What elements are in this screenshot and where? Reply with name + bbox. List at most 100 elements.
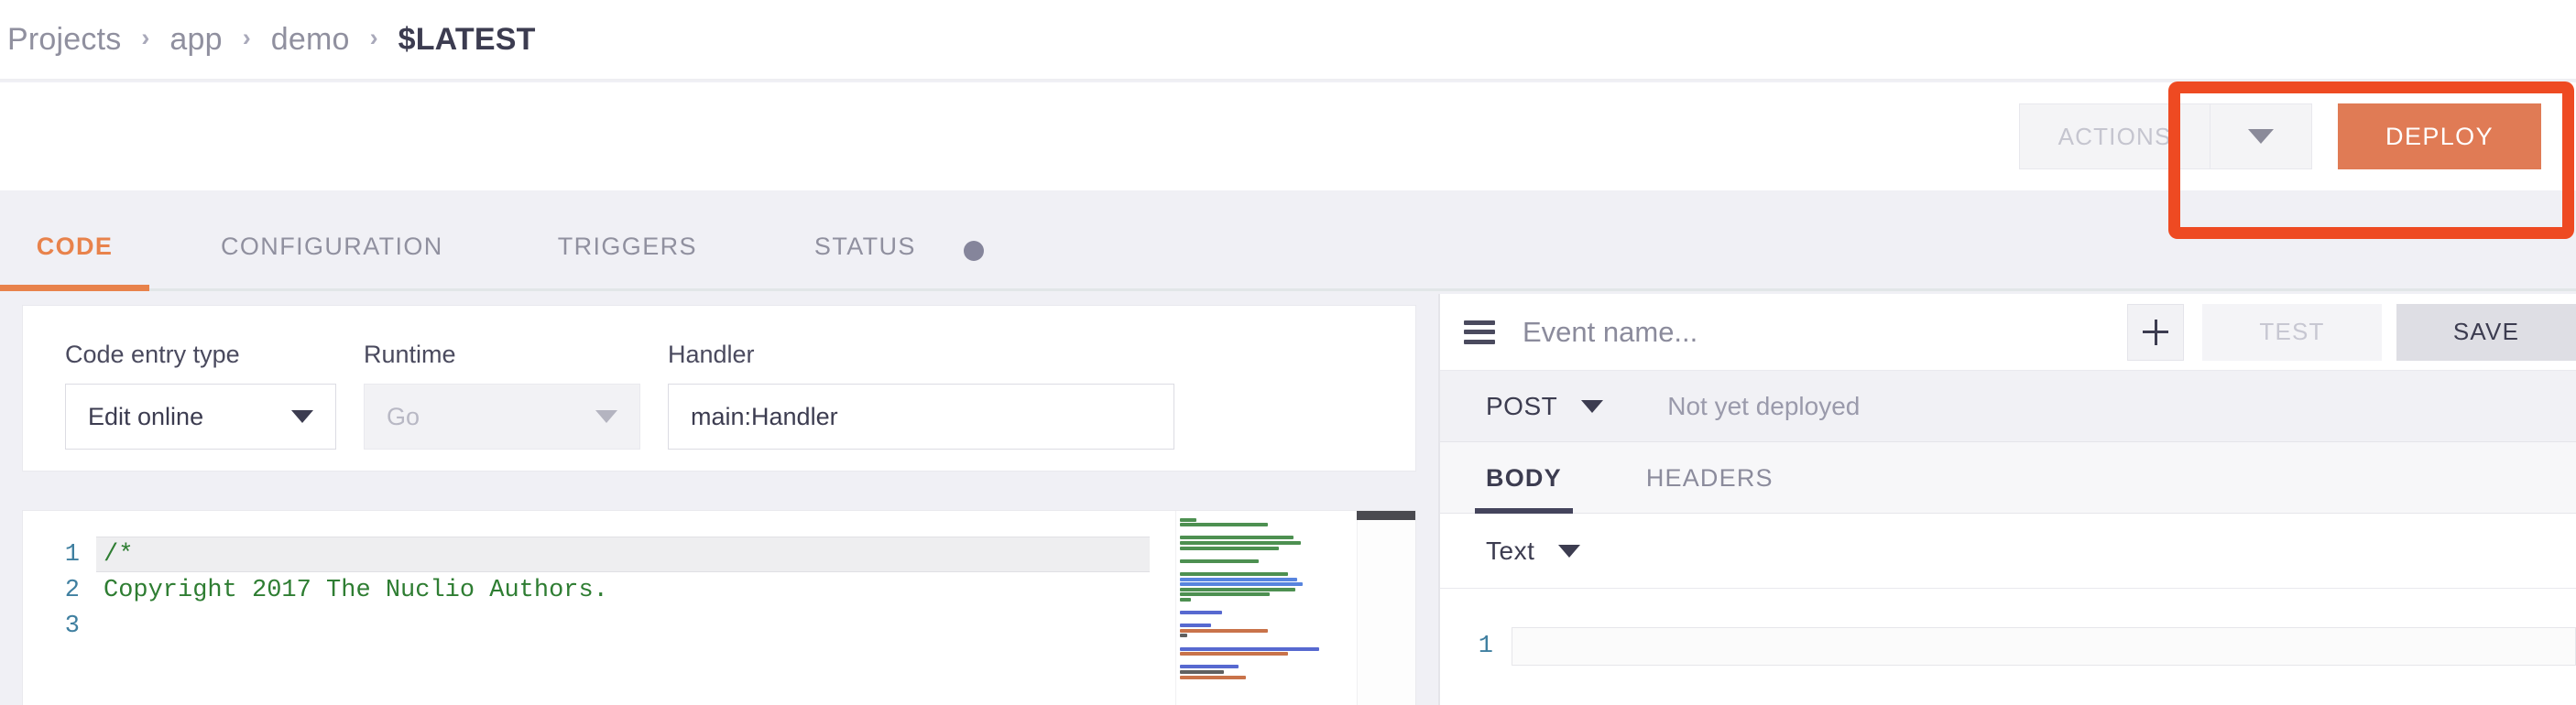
code-minimap-line [1176,551,1348,558]
function-tab-bar: CODE CONFIGURATION TRIGGERS STATUS [0,190,2576,291]
content-type-row: Text [1440,514,2576,589]
code-line-content: Copyright 2017 The Nuclio Authors. [96,572,1150,608]
code-line[interactable]: 3 [23,608,1150,644]
code-minimap-line [1180,582,1303,587]
code-line-text: /* [104,540,134,569]
code-scrollbar-thumb[interactable] [1357,511,1415,520]
code-entry-type-field: Code entry type Edit online [65,341,336,450]
event-body-tabs: BODY HEADERS [1440,442,2576,514]
code-line[interactable]: 2 Copyright 2017 The Nuclio Authors. [23,572,1150,608]
code-minimap-line [1180,628,1268,633]
code-minimap-line [1180,611,1222,615]
actions-dropdown-group: ACTIONS [2019,103,2313,169]
main-content: Code entry type Edit online Runtime Go H… [0,294,2576,705]
breadcrumb-separator-icon: › [369,24,378,51]
code-minimap-line [1180,665,1239,669]
save-button[interactable]: SAVE [2396,303,2576,361]
code-editor-lines[interactable]: 1 /* 2 Copyright 2017 The Nuclio Authors… [23,537,1150,644]
actions-dropdown-toggle[interactable] [2210,103,2313,169]
action-toolbar: ACTIONS DEPLOY [0,82,2576,190]
tab-code[interactable]: CODE [0,233,149,291]
code-editor-card: 1 /* 2 Copyright 2017 The Nuclio Authors… [22,510,1416,705]
code-entry-type-select[interactable]: Edit online [65,384,336,450]
http-method-value: POST [1486,391,1558,420]
code-minimap-line [1180,634,1187,638]
handler-field: Handler [668,341,1174,450]
code-minimap-line [1176,616,1348,623]
deploy-button[interactable]: DEPLOY [2338,103,2541,169]
body-line[interactable]: 1 [1440,627,2576,666]
code-minimap[interactable] [1175,511,1348,705]
chevron-down-icon [2248,129,2275,144]
code-minimap-line [1180,646,1319,651]
handler-input[interactable] [668,384,1174,450]
plus-icon[interactable] [2127,303,2184,361]
breadcrumb-bar: Projects › app › demo › $LATEST [0,0,2576,81]
deploy-status-text: Not yet deployed [1667,391,1861,420]
code-line-number: 1 [64,540,80,569]
function-editor-page: Projects › app › demo › $LATEST ACTIONS … [0,0,2576,705]
code-line-number: 3 [64,612,80,640]
code-minimap-line [1180,652,1288,656]
code-minimap-line [1180,670,1224,675]
code-entry-type-value: Edit online [88,402,204,430]
method-row: POST Not yet deployed [1440,371,2576,442]
runtime-value: Go [387,402,420,430]
breadcrumb-item-latest: $LATEST [398,21,536,57]
code-minimap-line [1176,603,1348,610]
code-minimap-line [1180,523,1268,527]
code-minimap-line [1180,571,1288,576]
status-indicator-dot [963,241,984,261]
chevron-down-icon [1558,544,1581,558]
test-event-pane: TEST SAVE POST Not yet deployed BODY HEA… [1438,294,2576,705]
tab-status[interactable]: STATUS [814,233,916,288]
code-settings-card: Code entry type Edit online Runtime Go H… [22,305,1416,472]
test-button: TEST [2202,303,2382,361]
http-method-select[interactable]: POST [1486,391,1604,421]
actions-button: ACTIONS [2019,103,2210,169]
runtime-field: Runtime Go [364,341,640,450]
event-body-editor[interactable]: 1 [1440,589,2576,705]
code-line-text: Copyright 2017 The Nuclio Authors. [104,576,608,604]
breadcrumb-separator-icon: › [141,24,150,51]
content-type-value: Text [1486,536,1535,565]
handler-label: Handler [668,341,755,368]
code-minimap-line [1176,639,1348,645]
breadcrumb-item-app[interactable]: app [149,22,242,58]
chevron-down-icon [595,410,617,423]
content-type-select[interactable]: Text [1486,536,1581,566]
hamburger-icon[interactable] [1464,320,1495,344]
code-minimap-line [1176,657,1348,664]
chevron-down-icon [1581,399,1604,413]
breadcrumb-item-projects[interactable]: Projects [0,22,141,58]
chevron-down-icon [291,410,313,423]
code-line-content: /* [96,537,1150,572]
code-minimap-line [1176,564,1348,570]
breadcrumb: Projects › app › demo › $LATEST [0,22,556,58]
code-entry-type-label: Code entry type [65,341,240,368]
tab-configuration[interactable]: CONFIGURATION [221,233,443,288]
code-minimap-line [1180,546,1279,550]
event-name-input[interactable] [1523,315,2127,349]
code-scrollbar-track[interactable] [1357,511,1415,705]
tab-headers[interactable]: HEADERS [1646,464,1774,513]
tab-triggers[interactable]: TRIGGERS [558,233,697,288]
code-minimap-line [1180,540,1301,545]
tab-body[interactable]: BODY [1475,464,1573,514]
code-minimap-line [1180,536,1293,540]
code-minimap-line [1180,577,1297,581]
runtime-label: Runtime [364,341,456,368]
breadcrumb-item-demo[interactable]: demo [251,22,370,58]
code-minimap-line [1176,528,1348,535]
body-line-number: 1 [1478,633,1493,660]
runtime-select: Go [364,384,640,450]
code-minimap-line [1180,587,1295,591]
code-minimap-line [1180,624,1211,628]
event-header: TEST SAVE [1440,294,2576,371]
code-minimap-line [1180,559,1259,563]
code-minimap-line [1180,675,1246,679]
code-line[interactable]: 1 /* [23,537,1150,572]
body-line-content[interactable] [1512,627,2576,666]
code-minimap-line [1180,517,1196,522]
code-line-number: 2 [64,576,80,604]
